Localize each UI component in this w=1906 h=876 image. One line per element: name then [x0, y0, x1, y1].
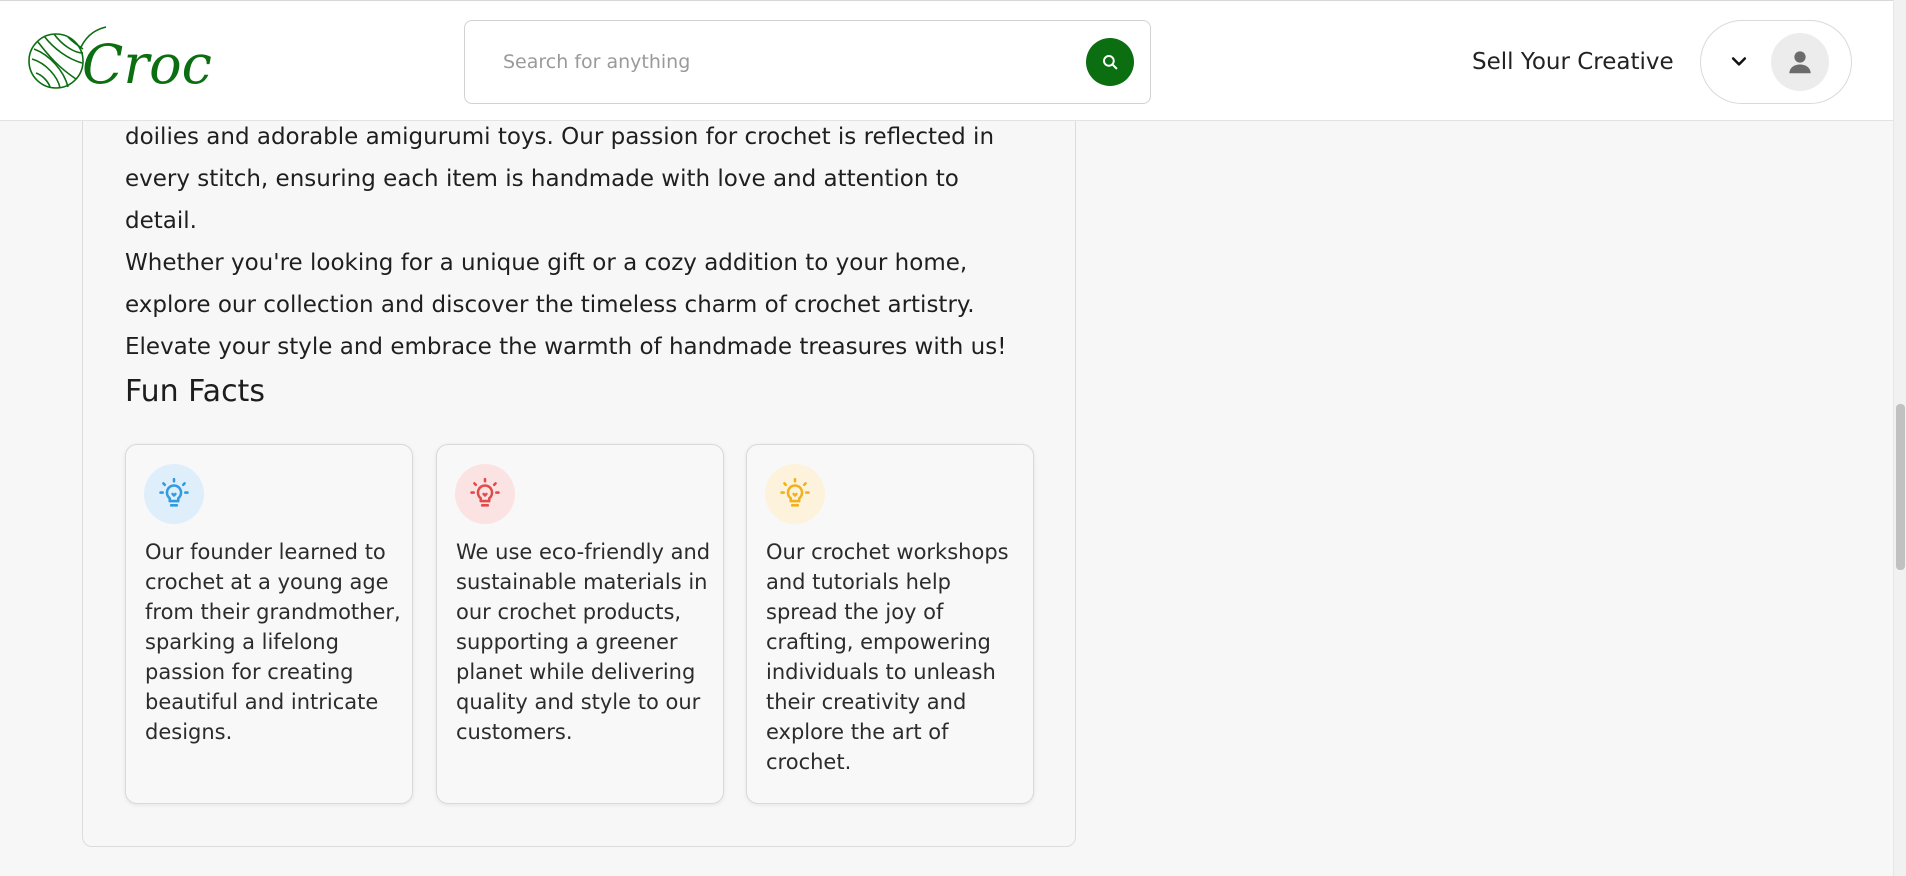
about-line: Whether you're looking for a unique gift… [125, 250, 968, 276]
search-bar [464, 20, 1151, 104]
top-header: Croch Sell Your Creative [0, 0, 1893, 121]
fun-fact-card: We use eco-friendly and sustainable mate… [436, 444, 724, 804]
lightbulb-icon [765, 464, 825, 524]
about-line: Elevate your style and embrace the warmt… [125, 334, 1007, 360]
scrollbar-thumb[interactable] [1896, 404, 1905, 570]
lightbulb-icon [144, 464, 204, 524]
about-description: doilies and adorable amigurumi toys. Our… [125, 116, 1025, 368]
brand-logo[interactable]: Croch [24, 23, 247, 96]
user-icon [1785, 47, 1815, 77]
avatar[interactable] [1771, 33, 1829, 91]
fun-facts-title: Fun Facts [125, 374, 265, 409]
search-input[interactable] [501, 45, 1061, 79]
account-menu-button[interactable] [1700, 20, 1852, 104]
sell-your-creative-link[interactable]: Sell Your Creative [1472, 49, 1674, 75]
page-scrollbar[interactable] [1893, 0, 1906, 876]
fun-fact-text: We use eco-friendly and sustainable mate… [456, 540, 711, 744]
chevron-down-icon [1729, 51, 1749, 71]
about-line: doilies and adorable amigurumi toys. Our… [125, 124, 995, 150]
lightbulb-icon [455, 464, 515, 524]
about-line: explore our collection and discover the … [125, 292, 975, 318]
fun-fact-text: Our founder learned to crochet at a youn… [145, 540, 401, 744]
fun-fact-card: Our founder learned to crochet at a youn… [125, 444, 413, 804]
fun-fact-card: Our crochet workshops and tutorials help… [746, 444, 1034, 804]
search-icon [1101, 53, 1119, 71]
fun-fact-text: Our crochet workshops and tutorials help… [766, 540, 1009, 774]
search-button[interactable] [1086, 38, 1134, 86]
logo-text: Croch [82, 33, 214, 91]
about-line: every stitch, ensuring each item is hand… [125, 166, 959, 234]
